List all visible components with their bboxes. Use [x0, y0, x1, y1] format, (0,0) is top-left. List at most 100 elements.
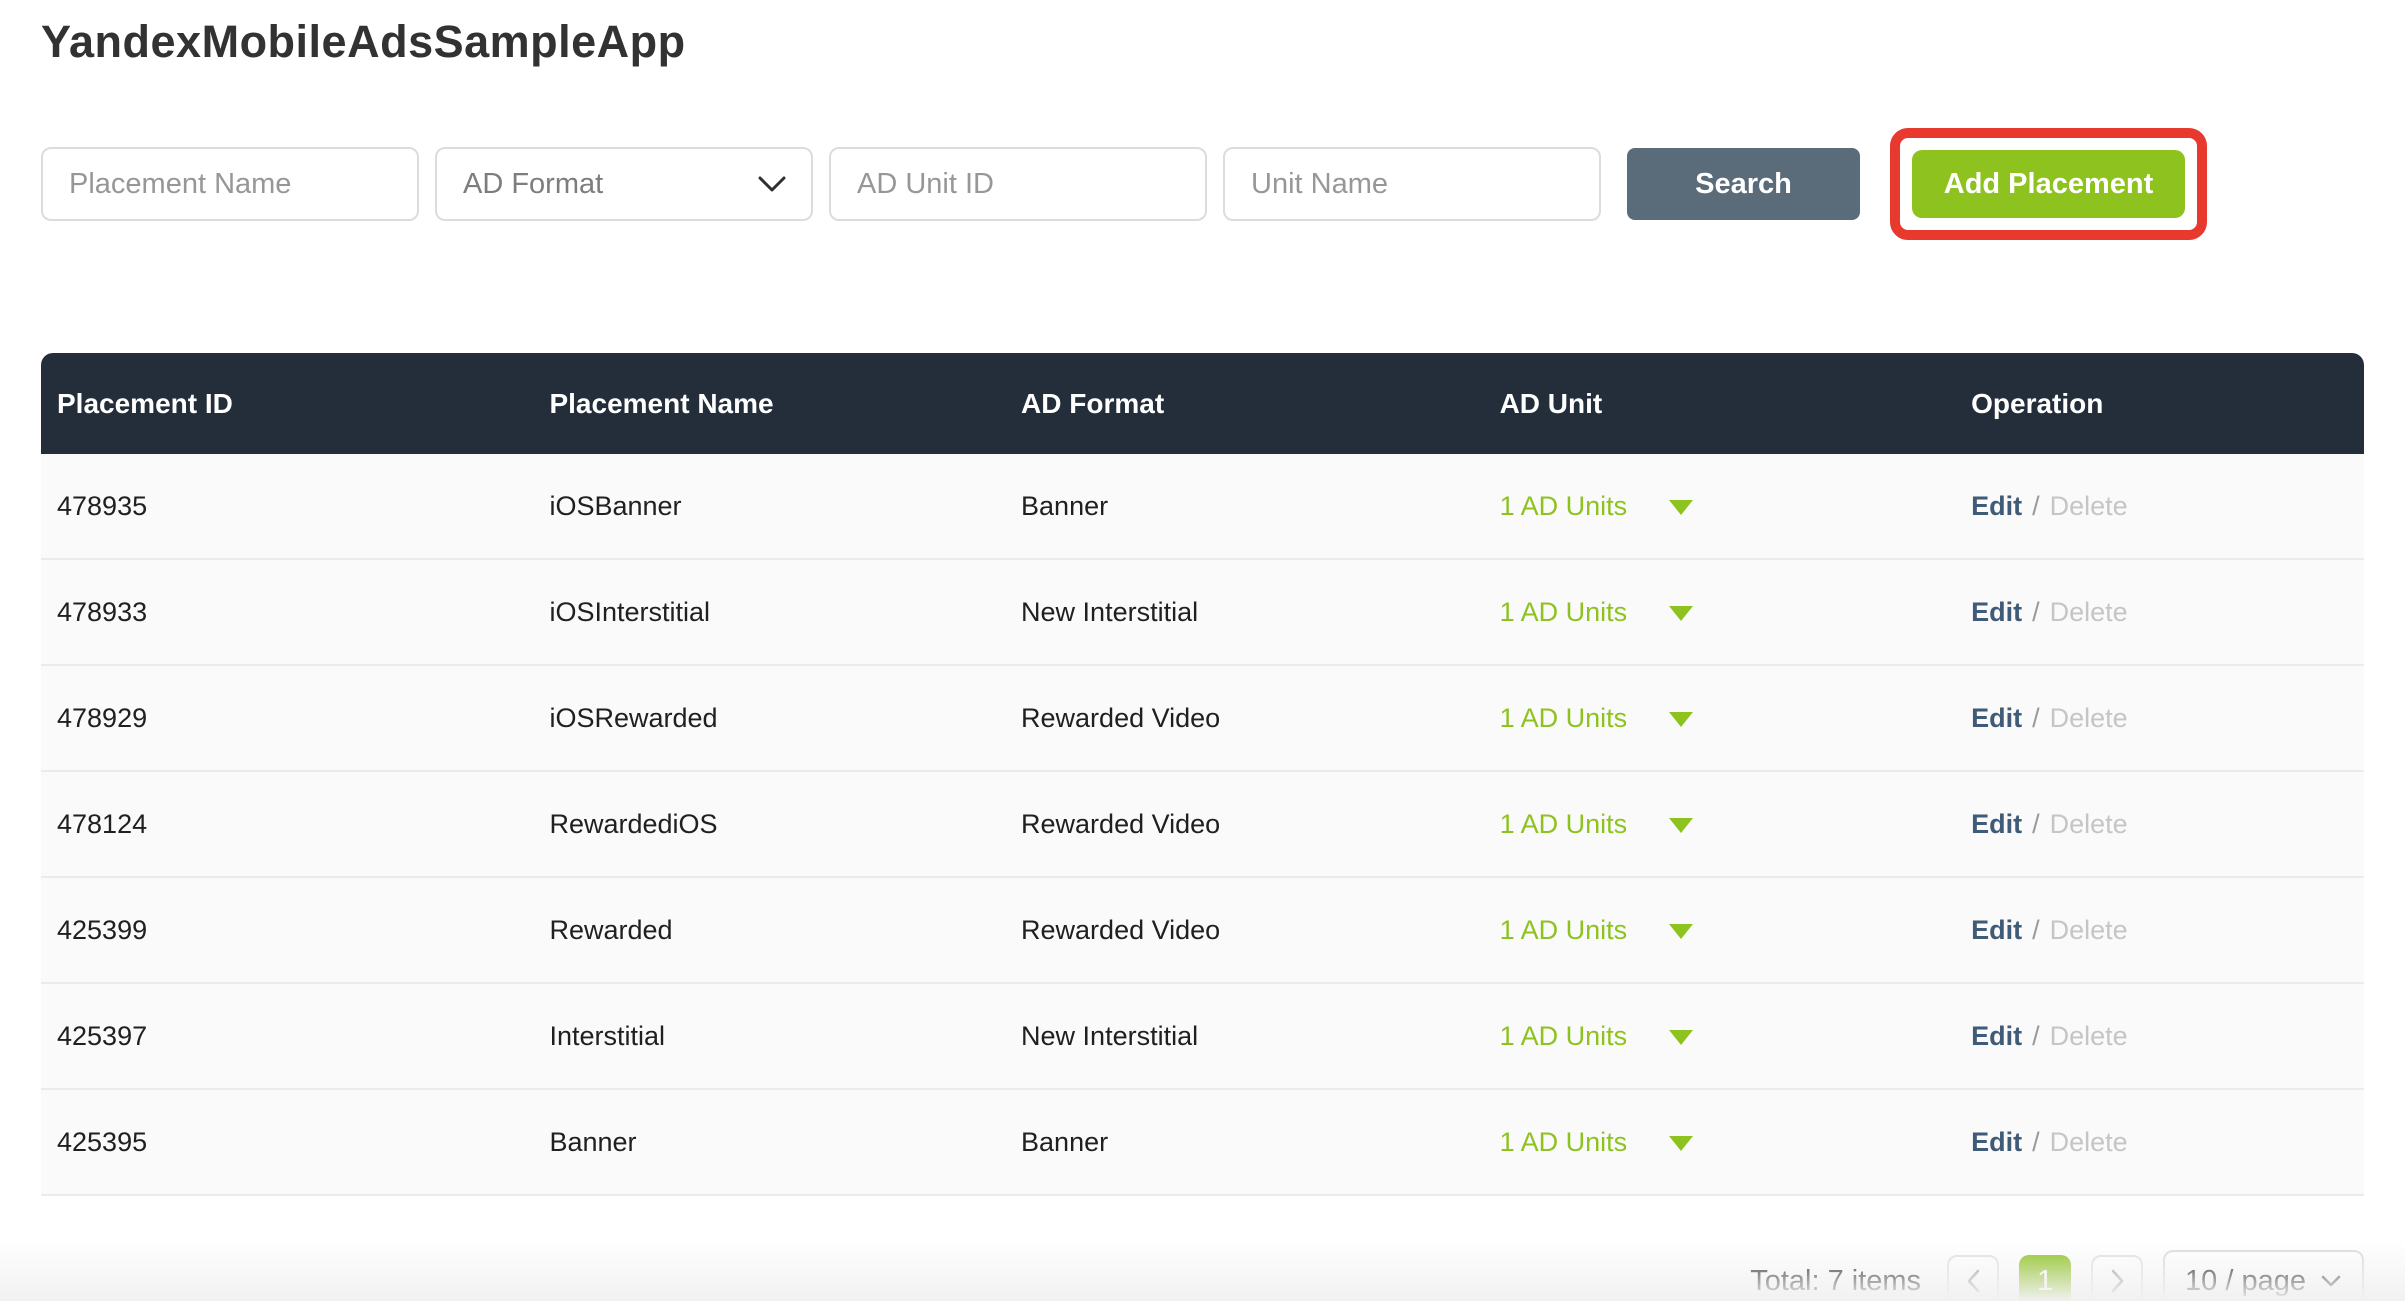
page-size-value: 10 / page [2185, 1265, 2306, 1298]
operation-cell: Edit / Delete [1955, 1090, 2364, 1196]
edit-link[interactable]: Edit [1971, 915, 2022, 945]
table-row: 425395 Banner Banner 1 AD Units Edit / Del… [41, 1090, 2364, 1196]
ad-format-cell: New Interstitial [1005, 560, 1484, 666]
search-button[interactable]: Search [1627, 148, 1860, 220]
delete-link[interactable]: Delete [2050, 809, 2128, 839]
header-placement-id: Placement ID [41, 353, 533, 454]
operation-cell: Edit / Delete [1955, 878, 2364, 984]
header-ad-unit: AD Unit [1484, 353, 1956, 454]
edit-link[interactable]: Edit [1971, 1127, 2022, 1157]
chevron-left-icon [1964, 1268, 1982, 1294]
placement-name-cell: RewardediOS [533, 772, 1005, 878]
header-operation: Operation [1955, 353, 2364, 454]
caret-down-icon[interactable] [1669, 712, 1693, 727]
delete-link[interactable]: Delete [2050, 915, 2128, 945]
placement-id-cell: 478933 [41, 560, 533, 666]
caret-down-icon[interactable] [1669, 818, 1693, 833]
table-row: 478935 iOSBanner Banner 1 AD Units Edit/… [41, 454, 2364, 560]
slash-separator: / [2032, 1127, 2040, 1157]
ad-format-cell: New Interstitial [1005, 984, 1484, 1090]
ad-units-link[interactable]: 1 AD Units [1500, 1021, 1628, 1051]
chevron-down-icon [2320, 1274, 2342, 1288]
prev-page-button[interactable] [1947, 1255, 1999, 1301]
placement-name-cell: iOSBanner [533, 454, 1005, 560]
operation-cell: Edit / Delete [1955, 560, 2364, 666]
caret-down-icon[interactable] [1669, 606, 1693, 621]
edit-link[interactable]: Edit [1971, 1021, 2022, 1051]
edit-link[interactable]: Edit [1971, 809, 2022, 839]
ad-format-cell: Rewarded Video [1005, 666, 1484, 772]
ad-unit-cell: 1 AD Units [1484, 454, 1956, 560]
ad-unit-cell: 1 AD Units [1484, 1090, 1956, 1196]
caret-down-icon[interactable] [1669, 500, 1693, 515]
slash-separator: / [2032, 1021, 2040, 1051]
table-row: 425399 Rewarded Rewarded Video 1 AD Unit… [41, 878, 2364, 984]
ad-unit-cell: 1 AD Units [1484, 666, 1956, 772]
ad-unit-cell: 1 AD Units [1484, 560, 1956, 666]
delete-link[interactable]: Delete [2050, 1021, 2128, 1051]
page-1-button[interactable]: 1 [2019, 1255, 2071, 1301]
delete-link[interactable]: Delete [2050, 703, 2128, 733]
next-page-button[interactable] [2091, 1255, 2143, 1301]
operation-cell: Edit / Delete [1955, 666, 2364, 772]
unit-name-input[interactable] [1223, 147, 1601, 221]
table-row: 478933 iOSInterstitial New Interstitial … [41, 560, 2364, 666]
ad-format-cell: Banner [1005, 1090, 1484, 1196]
table-row: 478124 RewardediOS Rewarded Video 1 AD U… [41, 772, 2364, 878]
placement-name-cell: iOSInterstitial [533, 560, 1005, 666]
placement-name-cell: Interstitial [533, 984, 1005, 1090]
ad-units-link[interactable]: 1 AD Units [1500, 703, 1628, 733]
placement-id-cell: 425395 [41, 1090, 533, 1196]
annotation-highlight-box: Add Placement [1890, 128, 2207, 240]
ad-units-link[interactable]: 1 AD Units [1500, 915, 1628, 945]
delete-link[interactable]: Delete [2050, 597, 2128, 627]
ad-format-select[interactable]: AD Format [435, 147, 813, 221]
caret-down-icon[interactable] [1669, 924, 1693, 939]
ad-unit-cell: 1 AD Units [1484, 878, 1956, 984]
filter-bar: AD Format Search Add Placement [41, 128, 2364, 240]
operation-cell: Edit/Delete [1955, 454, 2364, 560]
chevron-right-icon [2108, 1268, 2126, 1294]
ad-format-cell: Rewarded Video [1005, 772, 1484, 878]
table-row: 478929 iOSRewarded Rewarded Video 1 AD U… [41, 666, 2364, 772]
caret-down-icon[interactable] [1669, 1030, 1693, 1045]
operation-cell: Edit / Delete [1955, 772, 2364, 878]
placement-id-cell: 478935 [41, 454, 533, 560]
add-placement-button[interactable]: Add Placement [1912, 150, 2185, 218]
ad-format-cell: Banner [1005, 454, 1484, 560]
edit-link[interactable]: Edit [1971, 597, 2022, 627]
slash-separator: / [2032, 809, 2040, 839]
ad-unit-id-input[interactable] [829, 147, 1207, 221]
placement-id-cell: 425399 [41, 878, 533, 984]
placement-name-cell: Banner [533, 1090, 1005, 1196]
ad-unit-cell: 1 AD Units [1484, 772, 1956, 878]
ad-units-link[interactable]: 1 AD Units [1500, 597, 1628, 627]
placement-id-cell: 425397 [41, 984, 533, 1090]
ad-units-link[interactable]: 1 AD Units [1500, 809, 1628, 839]
header-ad-format: AD Format [1005, 353, 1484, 454]
delete-link[interactable]: Delete [2050, 491, 2128, 521]
operation-cell: Edit / Delete [1955, 984, 2364, 1090]
placement-id-cell: 478124 [41, 772, 533, 878]
caret-down-icon[interactable] [1669, 1136, 1693, 1151]
header-placement-name: Placement Name [533, 353, 1005, 454]
edit-link[interactable]: Edit [1971, 491, 2022, 521]
chevron-down-icon [757, 175, 787, 193]
delete-link[interactable]: Delete [2050, 1127, 2128, 1157]
page-title: YandexMobileAdsSampleApp [41, 0, 2364, 68]
placements-table: Placement ID Placement Name AD Format AD… [41, 353, 2364, 1196]
edit-link[interactable]: Edit [1971, 703, 2022, 733]
table-header-row: Placement ID Placement Name AD Format AD… [41, 353, 2364, 454]
placement-id-cell: 478929 [41, 666, 533, 772]
placement-name-cell: Rewarded [533, 878, 1005, 984]
slash-separator: / [2032, 703, 2040, 733]
ad-format-cell: Rewarded Video [1005, 878, 1484, 984]
slash-separator: / [2032, 915, 2040, 945]
ad-units-link[interactable]: 1 AD Units [1500, 491, 1628, 521]
slash-separator: / [2032, 597, 2040, 627]
placement-name-input[interactable] [41, 147, 419, 221]
page-size-select[interactable]: 10 / page [2163, 1250, 2364, 1301]
ad-format-select-placeholder: AD Format [463, 168, 603, 201]
ad-units-link[interactable]: 1 AD Units [1500, 1127, 1628, 1157]
pagination-bar: Total: 7 items 1 10 / page [41, 1250, 2364, 1301]
